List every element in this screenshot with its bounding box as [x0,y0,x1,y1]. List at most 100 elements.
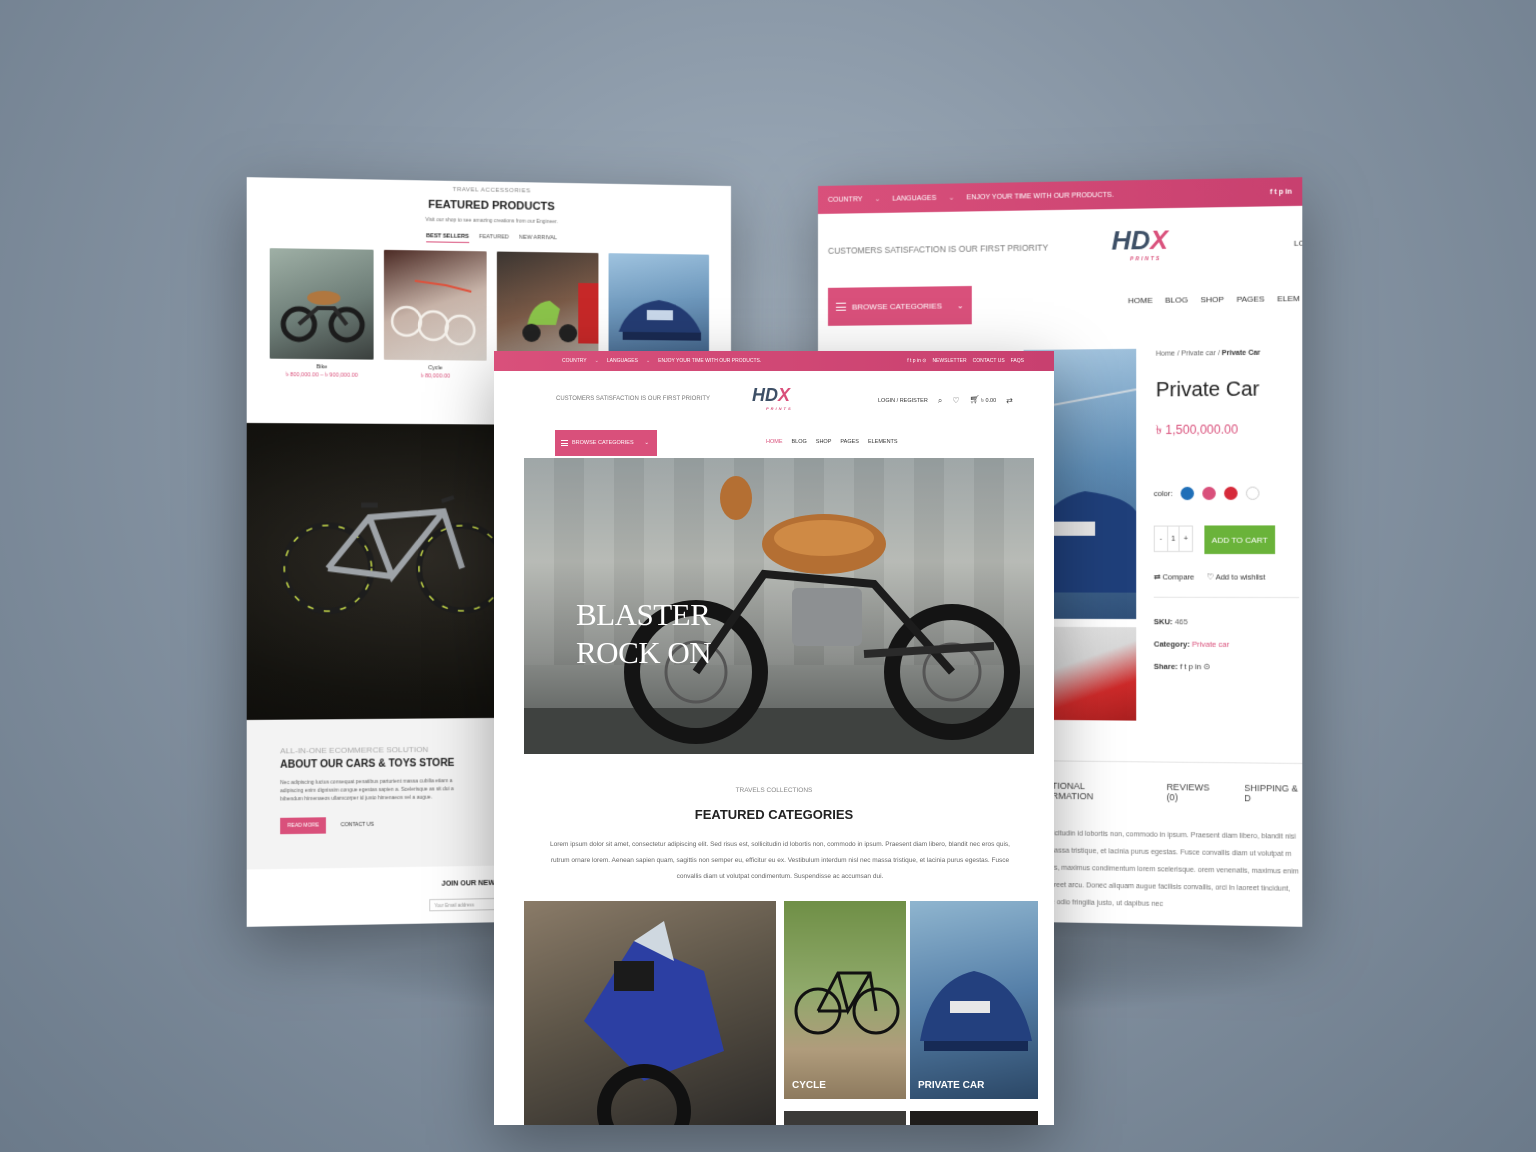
crumb-home[interactable]: Home [1156,350,1175,357]
sku-value: 465 [1174,617,1188,627]
compare-label: Compare [1162,572,1195,582]
browse-categories-button[interactable]: BROWSE CATEGORIES ⌄ [555,430,657,456]
read-more-button[interactable]: READ MORE [280,817,327,835]
nav-blog[interactable]: BLOG [792,439,807,445]
nav-pages[interactable]: PAGES [1236,294,1264,304]
compare-icon[interactable]: ⇄ [1006,396,1013,405]
featured-products-subtitle: Visit our shop to see amazing creations … [425,216,558,226]
qty-minus[interactable]: - [1155,527,1167,551]
category-card[interactable] [910,1111,1038,1125]
tab-reviews[interactable]: REVIEWS (0) [1167,782,1220,803]
main-nav: HOME BLOG SHOP PAGES ELEM [1128,294,1300,305]
product-name[interactable]: Cycle [384,365,487,372]
header-tagline: CUSTOMERS SATISFACTION IS OUR FIRST PRIO… [827,242,1049,256]
main-nav: HOME BLOG SHOP PAGES ELEMENTS [766,439,898,445]
color-swatch-white[interactable] [1246,486,1260,500]
bicycle-icon [794,971,900,1035]
social-icons[interactable]: f t p in [1270,188,1292,196]
center-page-mockup: COUNTRY ⌄ LANGUAGES ⌄ ENJOY YOUR TIME WITH… [494,351,1054,1125]
product-name[interactable]: Bike [270,364,374,371]
heart-icon[interactable]: ♡ [952,396,959,405]
nav-shop[interactable]: SHOP [816,439,832,445]
menu-icon [835,302,846,311]
product-card[interactable]: Bike ৳ 800,000.00 – ৳ 900,000.00 [269,248,374,381]
logo-main: HD [752,385,778,405]
tab-featured[interactable]: FEATURED [479,234,509,244]
login-link[interactable]: LO [1294,239,1302,248]
featured-categories-title: FEATURED CATEGORIES [694,807,854,822]
tab-new-arrival[interactable]: NEW ARRIVAL [519,235,557,245]
chevron-down-icon: ⌄ [644,440,649,446]
add-to-cart-button[interactable]: ADD TO CART [1204,525,1276,555]
faqs-link[interactable]: FAQS [1011,358,1024,364]
search-icon[interactable]: ⌕ [938,396,942,406]
crumb-category[interactable]: Private car [1181,350,1216,357]
cart-button[interactable]: 🛒︎ ৳ 0.00 [969,395,996,406]
product-tabs: BEST SELLERS FEATURED NEW ARRIVAL [247,230,731,247]
color-label: color: [1153,488,1173,499]
category-card-cycle[interactable]: CYCLE [784,901,906,1099]
topbar-right: f t p in ⊙ NEWSLETTER CONTACT US FAQS [907,358,1024,364]
login-register-link[interactable]: LOGIN / REGISTER [878,398,928,404]
qty-value[interactable]: 1 [1167,526,1180,551]
qty-plus[interactable]: + [1180,527,1192,551]
hdx-logo[interactable]: HDX PRINTS [752,385,793,411]
category-link[interactable]: Private car [1192,640,1229,649]
contact-us-link[interactable]: CONTACT US [341,822,374,829]
tab-best-sellers[interactable]: BEST SELLERS [426,233,469,244]
hero-banner[interactable]: BLASTER ROCK ON [524,458,1034,754]
newsletter-link[interactable]: NEWSLETTER [932,358,966,364]
sport-bike-icon [584,921,724,1125]
nav-elements[interactable]: ELEMENTS [868,439,898,445]
header-tagline: CUSTOMERS SATISFACTION IS OUR FIRST PRIO… [556,396,711,402]
nav-elements[interactable]: ELEM [1277,294,1300,303]
color-swatch-blue[interactable] [1180,486,1195,501]
tab-shipping[interactable]: SHIPPING & D [1244,783,1302,804]
nav-blog[interactable]: BLOG [1165,295,1188,304]
category-label: Category: [1153,639,1190,649]
wishlist-link[interactable]: ♡ Add to wishlist [1207,572,1266,581]
scooter-icon [522,282,599,344]
share-icons[interactable]: f t p in ⊙ [1180,662,1210,671]
product-image[interactable] [269,248,374,360]
browse-categories-button[interactable]: BROWSE CATEGORIES ⌄ [827,285,972,326]
category-card[interactable] [784,1111,906,1125]
newsletter-title: JOIN OUR NEWS [441,879,500,888]
product-image[interactable] [496,251,599,362]
color-swatch-red[interactable] [1224,486,1238,500]
nav-pages[interactable]: PAGES [840,439,859,445]
bicycle-icon [384,250,487,361]
category-card-motorbike[interactable] [524,901,776,1125]
country-select[interactable]: COUNTRY [828,196,862,204]
browse-label: BROWSE CATEGORIES [851,300,943,312]
country-select[interactable]: COUNTRY [562,358,587,364]
compare-link[interactable]: ⇄ Compare [1154,572,1195,581]
color-picker: color: [1153,486,1260,501]
featured-categories-text: Lorem ipsum dolor sit amet, consectetur … [550,841,1010,880]
nav-shop[interactable]: SHOP [1200,295,1224,304]
sports-car-icon [618,299,702,341]
browse-label: BROWSE CATEGORIES [572,440,634,446]
languages-select[interactable]: LANGUAGES [607,358,638,364]
product-image[interactable] [383,249,487,361]
hero-line-1: BLASTER [576,597,711,632]
languages-select[interactable]: LANGUAGES [892,194,936,202]
nav-home[interactable]: HOME [1128,296,1153,305]
hdx-logo[interactable]: HDX PRINTS [1112,224,1169,262]
quantity-stepper[interactable]: - 1 + [1153,525,1193,552]
product-price: ৳ 800,000.00 – ৳ 900,000.00 [285,372,358,379]
color-swatch-pink[interactable] [1202,486,1217,501]
product-image[interactable] [608,253,710,363]
motorcycle-icon [270,290,374,359]
sports-car-icon [920,971,1032,1051]
product-price: ৳ 80,000.00 [420,373,451,380]
category-card-private-car[interactable]: PRIVATE CAR [910,901,1038,1099]
nav-home[interactable]: HOME [766,439,783,445]
product-card[interactable]: Cycle ৳ 80,000.00 [383,249,487,382]
top-bar: COUNTRY ⌄ LANGUAGES ⌄ ENJOY YOUR TIME WITH… [494,351,1054,371]
cart-icon: 🛒︎ [969,395,980,404]
logo-sub: PRINTS [1130,256,1162,263]
social-icons[interactable]: f t p in ⊙ [907,358,926,364]
contact-link[interactable]: CONTACT US [973,358,1005,364]
category-label: PRIVATE CAR [918,1080,985,1091]
